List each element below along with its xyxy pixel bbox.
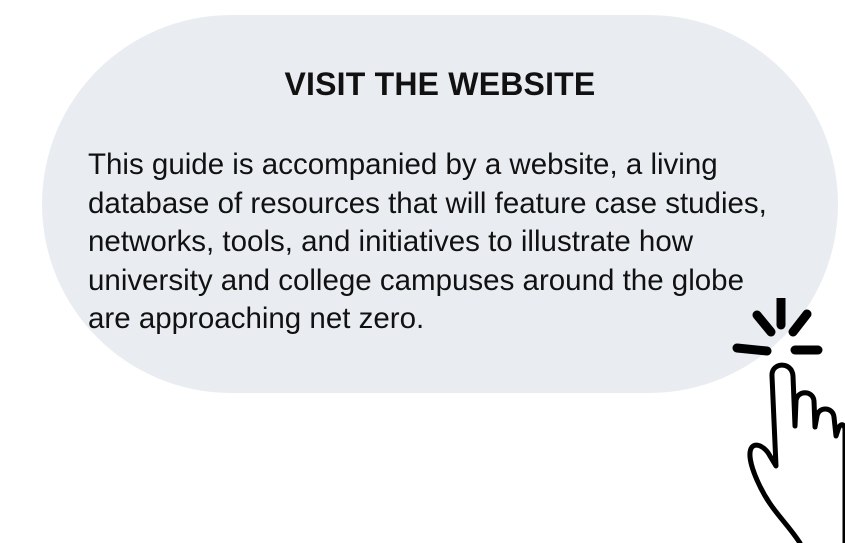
- hand-outline: [747, 362, 845, 543]
- tap-burst-line: [732, 343, 772, 356]
- callout-body-text: This guide is accompanied by a website, …: [88, 148, 767, 335]
- callout-heading: VISIT THE WEBSITE: [284, 66, 596, 102]
- tap-burst-line: [788, 309, 812, 337]
- tap-hand-icon: [732, 298, 845, 543]
- tap-burst-line: [752, 310, 776, 337]
